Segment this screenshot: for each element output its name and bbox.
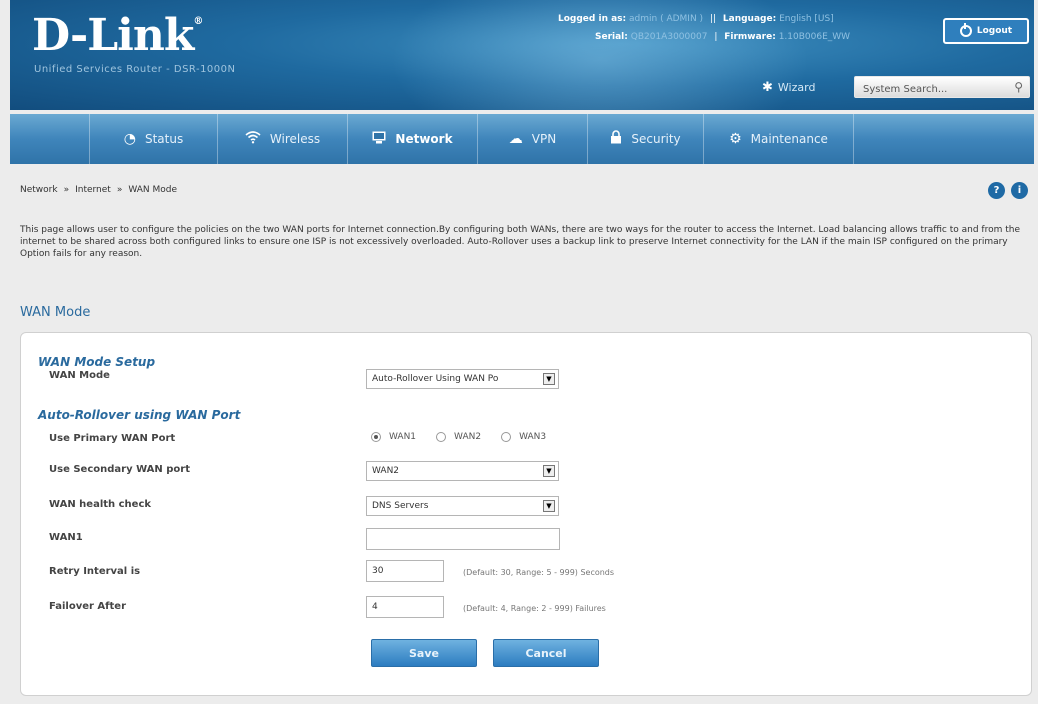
page-description: This page allows user to configure the p… [20,225,1020,259]
search-input[interactable] [855,79,995,100]
failover-input[interactable]: 4 [366,596,444,618]
health-check-label: WAN health check [49,499,152,510]
chevron-down-icon: ▼ [543,373,555,385]
firmware-value: 1.10B006E_WW [778,32,851,42]
breadcrumb-wan-mode: WAN Mode [128,185,178,195]
device-info: Serial: QB201A3000007 | Firmware: 1.10B0… [595,32,851,42]
wan1-label: WAN1 [49,532,83,543]
nav-maintenance[interactable]: ⚙ Maintenance [704,114,854,164]
nav-security[interactable]: Security [588,114,704,164]
lock-icon [610,130,622,148]
radio-wan2[interactable]: WAN2 [436,432,481,442]
dashboard-icon: ◔ [123,131,136,147]
nav-wireless[interactable]: Wireless [218,114,348,164]
power-icon [959,23,972,37]
wan1-input[interactable] [366,528,560,550]
nav-status[interactable]: ◔ Status [90,114,218,164]
main-nav: ◔ Status Wireless Network ☁ VPN Security… [10,114,1034,164]
health-check-select[interactable]: DNS Servers ▼ [366,496,559,516]
cancel-button[interactable]: Cancel [493,639,599,667]
retry-interval-label: Retry Interval is [49,566,141,577]
group-title-wan-mode-setup: WAN Mode Setup [38,355,156,369]
retry-interval-hint: (Default: 30, Range: 5 - 999) Seconds [463,568,615,577]
product-subtitle: Unified Services Router - DSR-1000N [34,64,236,75]
failover-label: Failover After [49,601,127,612]
primary-wan-radio-group: WAN1 WAN2 WAN3 [371,432,546,442]
wand-icon: ✱ [762,80,773,95]
help-icon[interactable]: ? [988,182,1005,199]
cloud-icon: ☁ [508,131,523,147]
network-icon [372,131,386,148]
dlink-logo: D-Link® [32,10,203,61]
chevron-down-icon: ▼ [543,500,555,512]
radio-wan3[interactable]: WAN3 [501,432,546,442]
wizard-link[interactable]: ✱ Wizard [762,80,815,95]
logged-in-user: admin ( ADMIN ) [629,14,704,24]
primary-wan-label: Use Primary WAN Port [49,433,176,444]
header-banner: D-Link® Unified Services Router - DSR-10… [10,0,1034,110]
chevron-down-icon: ▼ [543,465,555,477]
system-search[interactable]: ⚲ [854,76,1030,100]
serial-value: QB201A3000007 [630,32,708,42]
logout-button[interactable]: Logout [943,18,1029,44]
login-info: Logged in as: admin ( ADMIN ) || Languag… [558,14,834,24]
save-button[interactable]: Save [371,639,477,667]
radio-wan1[interactable]: WAN1 [371,432,416,442]
retry-interval-input[interactable]: 30 [366,560,444,582]
secondary-wan-label: Use Secondary WAN port [49,464,190,475]
wan-mode-label: WAN Mode [49,370,110,381]
wan-mode-select[interactable]: Auto-Rollover Using WAN Po ▼ [366,369,559,389]
section-title: WAN Mode [20,305,91,320]
secondary-wan-select[interactable]: WAN2 ▼ [366,461,559,481]
breadcrumb-network[interactable]: Network [20,185,58,195]
breadcrumb: Network » Internet » WAN Mode [20,185,178,195]
gears-icon: ⚙ [729,131,742,147]
breadcrumb-internet[interactable]: Internet [75,185,111,195]
failover-hint: (Default: 4, Range: 2 - 999) Failures [463,604,606,613]
group-title-auto-rollover: Auto-Rollover using WAN Port [38,408,241,422]
nav-vpn[interactable]: ☁ VPN [478,114,588,164]
info-icon[interactable]: i [1011,182,1028,199]
search-icon[interactable]: ⚲ [1014,80,1023,94]
wifi-icon [245,130,261,148]
language-link[interactable]: English [US] [779,14,834,24]
wan-mode-panel: WAN Mode Setup WAN Mode Auto-Rollover Us… [20,332,1032,696]
nav-network[interactable]: Network [348,114,478,164]
